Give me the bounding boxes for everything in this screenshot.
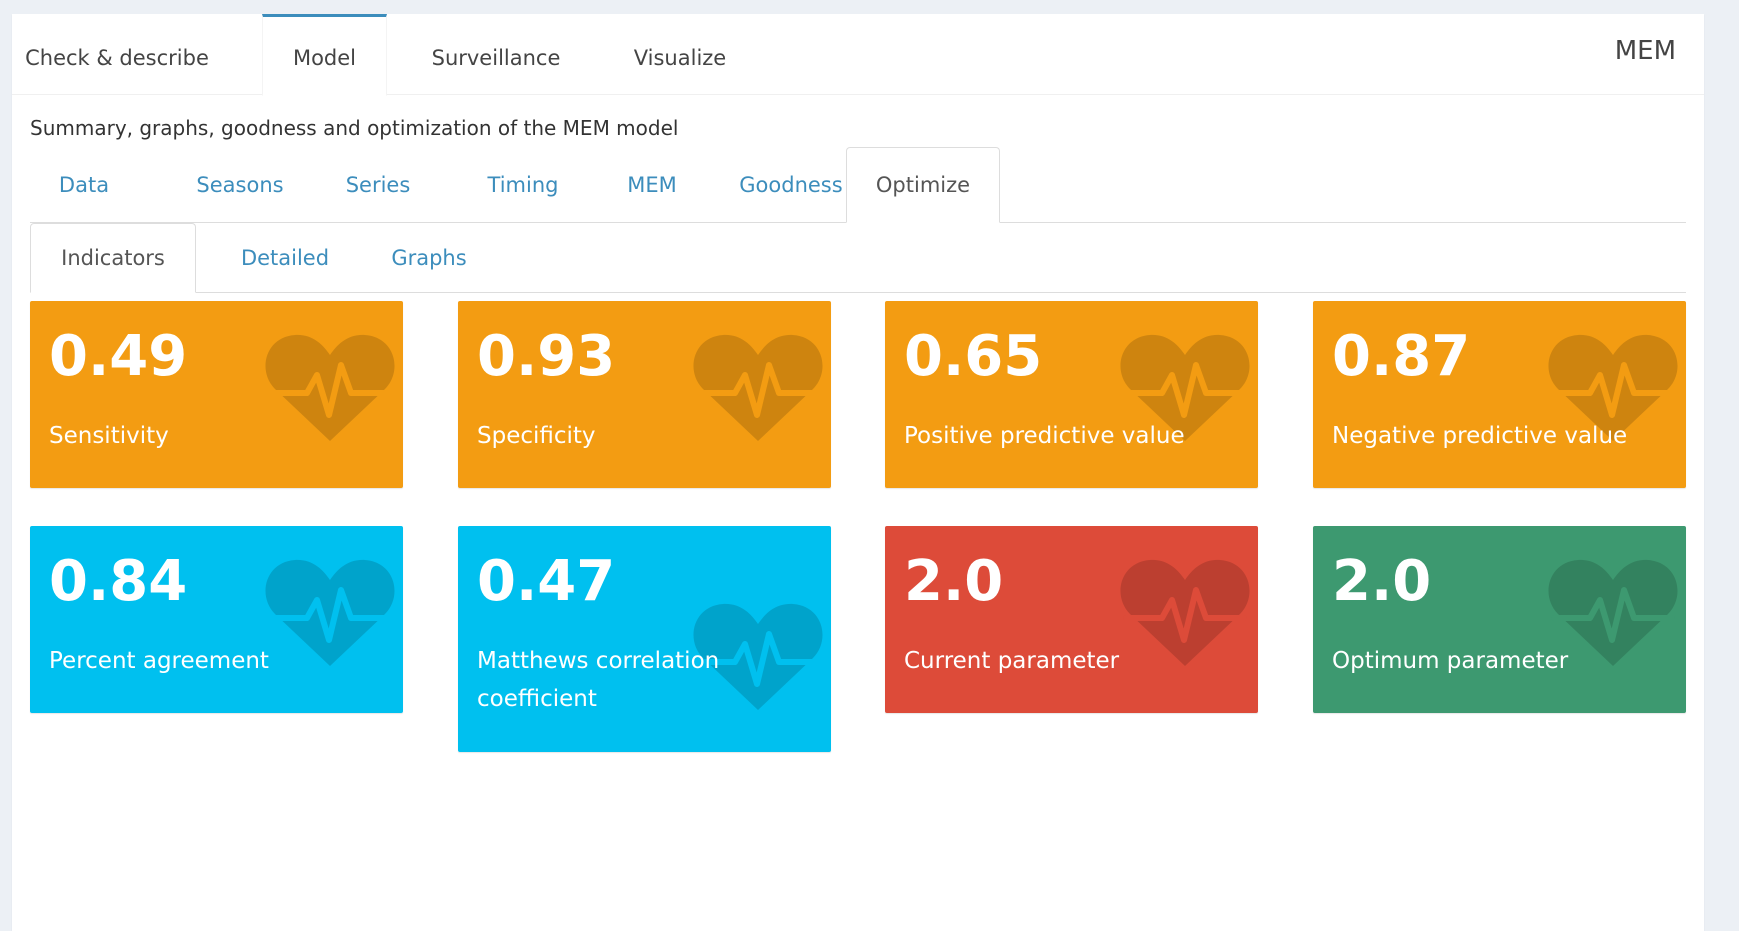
indicator-specificity: 0.93 Specificity: [458, 301, 831, 488]
indicator-positive-predictive-value: 0.65 Positive predictive value: [885, 301, 1258, 488]
indicator-percent-agreement: 0.84 Percent agreement: [30, 526, 403, 713]
indicator-matthews-correlation-coefficient: 0.47 Matthews correlation coefficient: [458, 526, 831, 752]
indicator-label: Current parameter: [904, 648, 1120, 674]
indicator-value: 0.84: [49, 549, 188, 614]
indicator-optimum-parameter: 2.0 Optimum parameter: [1313, 526, 1686, 713]
tab-series[interactable]: Series: [315, 147, 441, 223]
indicator-negative-predictive-value: 0.87 Negative predictive value: [1313, 301, 1686, 488]
indicator-label: Negative predictive value: [1332, 423, 1628, 449]
tab-optimize[interactable]: Optimize: [846, 147, 1000, 223]
model-subtitle: Summary, graphs, goodness and optimizati…: [30, 116, 679, 140]
tab-check-describe[interactable]: Check & describe: [12, 14, 222, 93]
tab-indicators[interactable]: Indicators: [30, 223, 196, 293]
optimize-tabs: Indicators Detailed Graphs: [30, 223, 1686, 293]
tab-data[interactable]: Data: [30, 147, 138, 223]
indicator-value: 0.49: [49, 324, 188, 389]
indicator-current-parameter: 2.0 Current parameter: [885, 526, 1258, 713]
app-brand: MEM: [1614, 36, 1676, 66]
indicator-value: 0.93: [477, 324, 616, 389]
tab-detailed[interactable]: Detailed: [214, 223, 356, 293]
indicator-value: 0.87: [1332, 324, 1471, 389]
tab-seasons[interactable]: Seasons: [164, 147, 316, 223]
indicator-sensitivity: 0.49 Sensitivity: [30, 301, 403, 488]
tab-surveillance[interactable]: Surveillance: [401, 14, 591, 93]
indicator-label: Sensitivity: [49, 423, 169, 449]
tab-mem[interactable]: MEM: [596, 147, 708, 223]
model-tabs: Data Seasons Series Timing MEM Goodness …: [30, 147, 1686, 223]
main-panel: Check & describe Model Surveillance Visu…: [12, 14, 1704, 931]
tab-timing[interactable]: Timing: [457, 147, 589, 223]
tab-model[interactable]: Model: [262, 14, 387, 96]
indicator-label: Positive predictive value: [904, 423, 1185, 449]
indicator-value: 2.0: [904, 549, 1004, 614]
indicator-label: Matthews correlation coefficient: [477, 648, 720, 712]
indicator-value: 0.47: [477, 549, 616, 614]
tab-graphs[interactable]: Graphs: [366, 223, 492, 293]
tab-visualize[interactable]: Visualize: [608, 14, 752, 93]
indicator-value: 2.0: [1332, 549, 1432, 614]
top-nav-tabs: Check & describe Model Surveillance Visu…: [12, 14, 1704, 96]
indicator-label: Specificity: [477, 423, 596, 449]
indicator-value: 0.65: [904, 324, 1043, 389]
indicator-label: Percent agreement: [49, 648, 269, 674]
indicator-label: Optimum parameter: [1332, 648, 1569, 674]
